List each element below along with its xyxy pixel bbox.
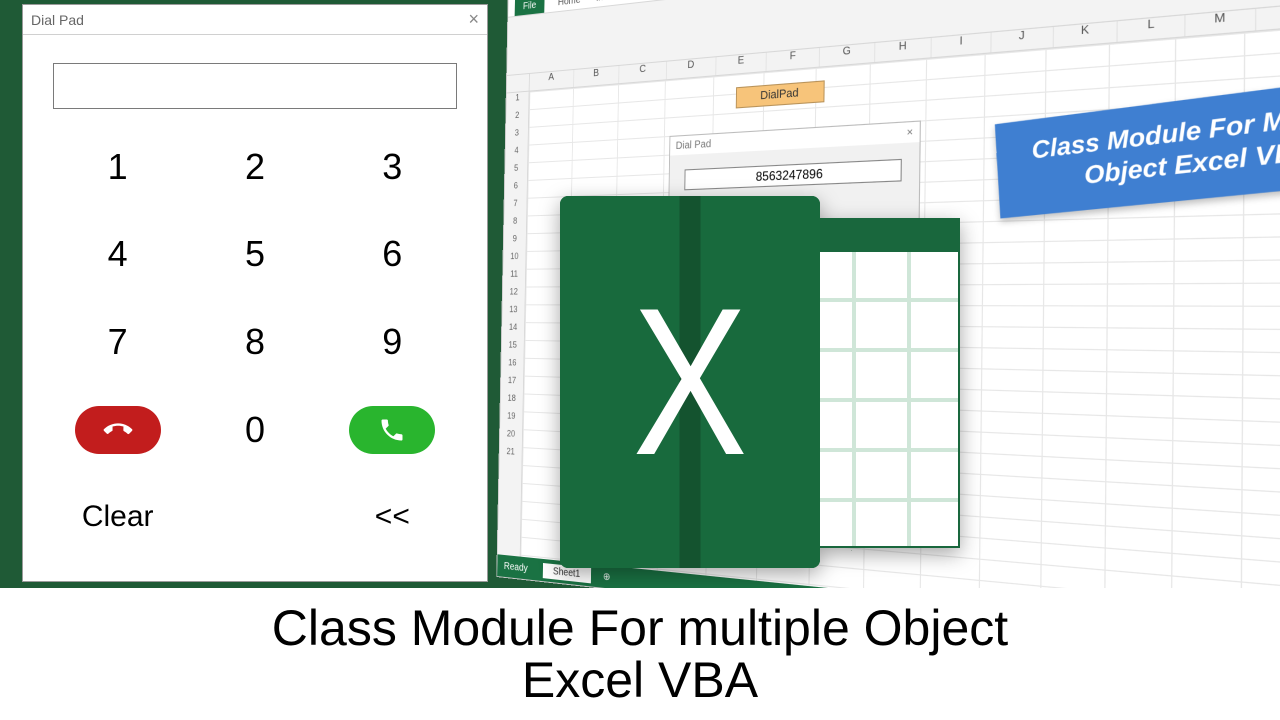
main-caption: Class Module For multiple Object Excel V… [0, 588, 1280, 720]
dialpad-keys: 1 2 3 4 5 6 7 8 9 0 Clear << [23, 119, 487, 581]
logo-book-icon: X [560, 196, 820, 568]
clear-button[interactable]: Clear [82, 500, 154, 534]
close-icon[interactable]: × [468, 9, 479, 30]
key-1[interactable]: 1 [108, 146, 128, 188]
key-6[interactable]: 6 [382, 233, 402, 275]
dialpad-titlebar[interactable]: Dial Pad × [23, 5, 487, 35]
call-button[interactable] [349, 406, 435, 454]
key-9[interactable]: 9 [382, 321, 402, 363]
logo-letter: X [633, 277, 748, 487]
key-7[interactable]: 7 [108, 321, 128, 363]
key-4[interactable]: 4 [108, 233, 128, 275]
key-0[interactable]: 0 [245, 409, 265, 451]
phone-icon [378, 416, 406, 444]
mini-dialpad-display[interactable]: 8563247896 [684, 159, 902, 190]
excel-logo: X [560, 196, 960, 586]
key-8[interactable]: 8 [245, 321, 265, 363]
dialpad-title: Dial Pad [31, 12, 84, 28]
caption-line2: Excel VBA [522, 654, 758, 707]
hangup-button[interactable] [75, 406, 161, 454]
dialpad-window: Dial Pad × 1 2 3 4 5 6 7 8 9 0 Clear << [22, 4, 488, 582]
caption-line1: Class Module For multiple Object [272, 602, 1008, 655]
dialpad-display[interactable] [53, 63, 457, 109]
backspace-button[interactable]: << [375, 500, 410, 534]
mini-close-icon[interactable]: × [907, 126, 914, 139]
phone-down-icon [98, 410, 138, 450]
mini-dialpad-title: Dial Pad [676, 138, 712, 152]
key-3[interactable]: 3 [382, 146, 402, 188]
key-2[interactable]: 2 [245, 146, 265, 188]
status-ready: Ready [504, 560, 528, 574]
key-5[interactable]: 5 [245, 233, 265, 275]
